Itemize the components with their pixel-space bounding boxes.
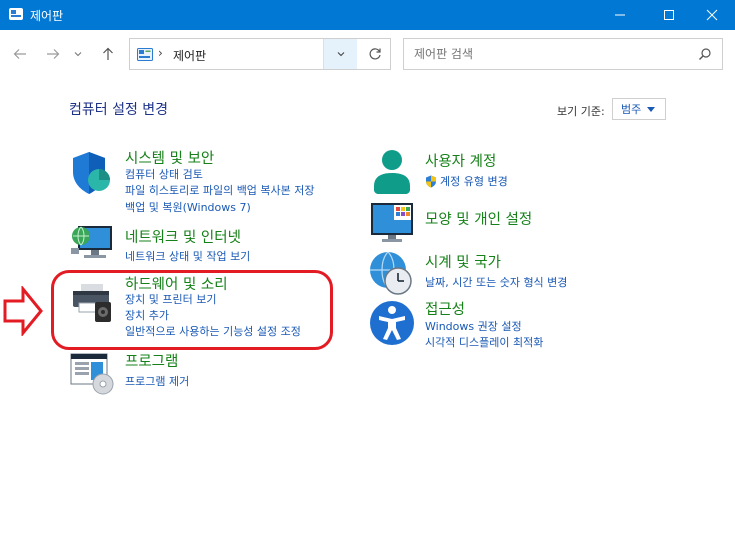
back-button[interactable]: [9, 43, 31, 65]
control-panel-icon: [9, 8, 23, 20]
link-review-computer-status[interactable]: 컴퓨터 상태 검토: [125, 166, 203, 182]
search-icon[interactable]: [698, 47, 712, 61]
view-by-label: 보기 기준:: [557, 105, 605, 118]
arrow-up-icon: [103, 47, 113, 60]
arrow-left-icon: [13, 49, 26, 59]
programs-icon[interactable]: [69, 348, 117, 396]
breadcrumb-control-panel[interactable]: 제어판: [173, 47, 206, 64]
search-input[interactable]: [414, 45, 684, 63]
link-network-status-tasks[interactable]: 네트워크 상태 및 작업 보기: [125, 248, 250, 264]
title-bar: 제어판: [0, 0, 735, 30]
chevron-down-icon: [337, 52, 344, 57]
category-clock-region[interactable]: 시계 및 국가: [425, 251, 501, 272]
category-appearance-personalization[interactable]: 모양 및 개인 설정: [425, 208, 532, 229]
link-file-history-backup[interactable]: 파일 히스토리로 파일의 백업 복사본 저장: [125, 182, 315, 198]
view-by-dropdown[interactable]: 범주: [612, 98, 666, 120]
category-programs[interactable]: 프로그램: [125, 350, 178, 371]
arrow-right-icon: [47, 49, 60, 59]
view-by-value: 범주: [621, 103, 642, 116]
uac-shield-icon: [425, 173, 437, 192]
address-dropdown-button[interactable]: [323, 39, 357, 69]
close-button[interactable]: [689, 0, 735, 30]
minimize-icon: [615, 14, 625, 16]
maximize-button[interactable]: [646, 0, 692, 30]
shield-icon[interactable]: [69, 150, 117, 198]
maximize-icon: [664, 10, 674, 20]
recent-locations-button[interactable]: [70, 43, 86, 65]
appearance-monitor-icon[interactable]: [368, 200, 416, 248]
breadcrumb-separator: ›: [158, 46, 163, 60]
link-windows-recommended-settings[interactable]: Windows 권장 설정: [425, 318, 522, 334]
link-uninstall-program[interactable]: 프로그램 제거: [125, 373, 189, 389]
up-button[interactable]: [97, 43, 119, 65]
category-network-internet[interactable]: 네트워크 및 인터넷: [125, 226, 241, 247]
link-optimize-visual-display[interactable]: 시각적 디스플레이 최적화: [425, 334, 543, 350]
window-title: 제어판: [30, 9, 64, 23]
category-user-accounts[interactable]: 사용자 계정: [425, 150, 496, 171]
annotation-arrow-icon: [3, 286, 43, 336]
page-title: 컴퓨터 설정 변경: [69, 102, 169, 118]
network-globe-icon[interactable]: [69, 220, 117, 268]
address-bar[interactable]: › 제어판: [129, 38, 391, 70]
annotation-highlight-box: [51, 270, 333, 350]
category-ease-of-access[interactable]: 접근성: [425, 298, 465, 319]
control-panel-icon: [137, 48, 153, 61]
forward-button[interactable]: [42, 43, 64, 65]
category-system-security[interactable]: 시스템 및 보안: [125, 147, 214, 168]
minimize-button[interactable]: [597, 0, 643, 30]
refresh-button[interactable]: [358, 39, 391, 69]
chevron-down-icon: [74, 52, 82, 57]
link-change-account-type[interactable]: 계정 유형 변경: [440, 173, 508, 189]
refresh-icon: [369, 48, 381, 60]
dropdown-arrow-icon: [647, 107, 655, 112]
clock-globe-icon[interactable]: [368, 250, 416, 298]
link-backup-restore[interactable]: 백업 및 복원(Windows 7): [125, 199, 251, 215]
search-box[interactable]: [403, 38, 723, 70]
accessibility-icon[interactable]: [368, 299, 416, 347]
close-icon: [706, 9, 718, 21]
user-accounts-icon[interactable]: [368, 148, 416, 196]
link-change-date-time-format[interactable]: 날짜, 시간 또는 숫자 형식 변경: [425, 274, 567, 290]
